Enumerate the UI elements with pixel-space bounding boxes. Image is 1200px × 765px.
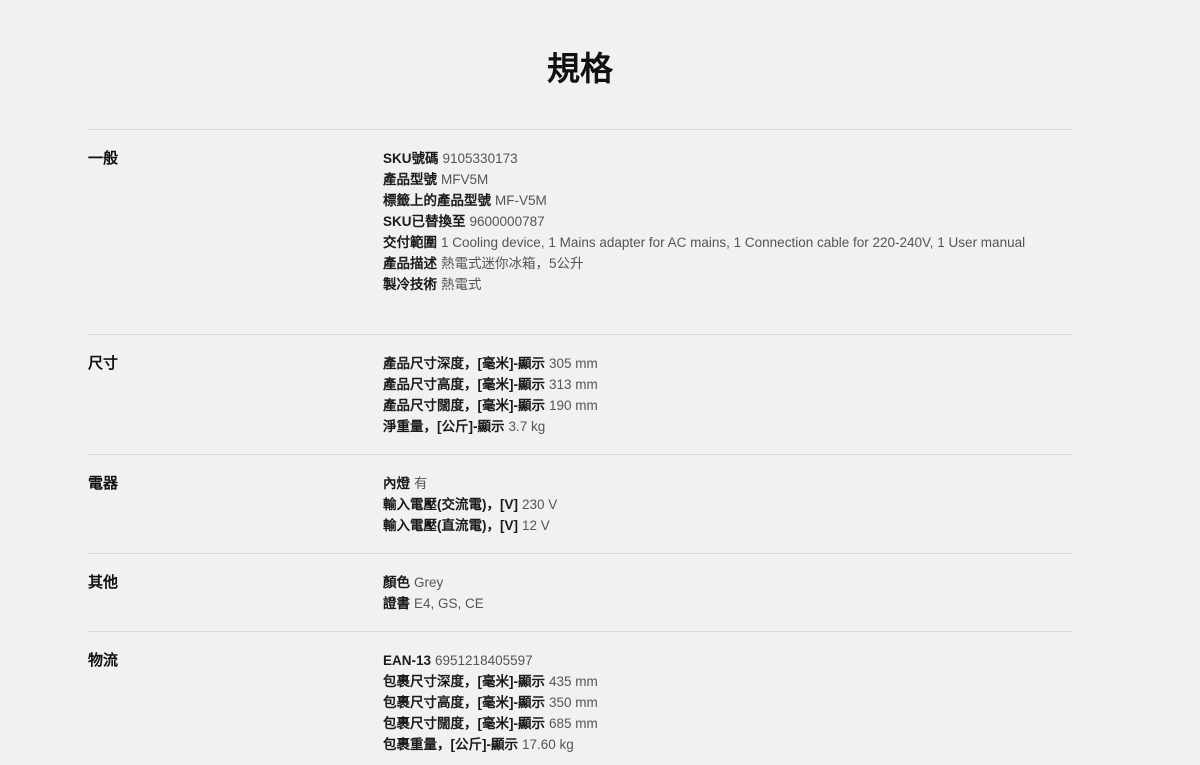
spec-label: 產品尺寸深度，[毫米]-顯示 (383, 356, 545, 371)
spec-row: 交付範圍 1 Cooling device, 1 Mains adapter fo… (383, 232, 1048, 253)
spec-label: 產品描述 (383, 256, 437, 271)
spec-row: 輸入電壓(直流電)，[V] 12 V (383, 515, 1048, 536)
spec-row: EAN-13 6951218405597 (383, 650, 1048, 671)
spec-value: 230 V (522, 497, 558, 512)
spec-row: 製冷技術 熱電式 (383, 274, 1048, 295)
spec-section-logistics: 物流 EAN-13 6951218405597 包裹尺寸深度，[毫米]-顯示 435… (88, 631, 1073, 765)
spec-label: SKU號碼 (383, 151, 439, 166)
spec-section-general: 一般 SKU號碼 9105330173 產品型號 MFV5M 標籤上的產品型號 MF-… (88, 129, 1073, 334)
spec-label: EAN-13 (383, 653, 432, 668)
spec-value: 熱電式 (441, 277, 482, 292)
spec-value: 17.60 kg (522, 737, 574, 752)
spec-row: 產品描述 熱電式迷你冰箱，5公升 (383, 253, 1048, 274)
spec-label: 包裹尺寸高度，[毫米]-顯示 (383, 695, 545, 710)
spec-label: 交付範圍 (383, 235, 437, 250)
spec-row: 內燈有 (383, 473, 1048, 494)
spec-value: 熱電式迷你冰箱，5公升 (441, 256, 584, 271)
spec-row: 包裹尺寸高度，[毫米]-顯示 350 mm (383, 692, 1048, 713)
spec-value: 9600000787 (469, 214, 545, 229)
spec-row: 產品尺寸高度，[毫米]-顯示 313 mm (383, 374, 1048, 395)
spec-label: 產品尺寸闊度，[毫米]-顯示 (383, 398, 545, 413)
spec-label: 產品型號 (383, 172, 437, 187)
spec-row: 包裹重量，[公斤]-顯示 17.60 kg (383, 734, 1048, 755)
spec-value: 9105330173 (442, 151, 518, 166)
specs-list: 一般 SKU號碼 9105330173 產品型號 MFV5M 標籤上的產品型號 MF-… (88, 129, 1073, 765)
spec-value: MF-V5M (495, 193, 547, 208)
spec-label: 輸入電壓(直流電)，[V] (383, 518, 518, 533)
spec-label: SKU已替換至 (383, 214, 466, 229)
spec-value: 6951218405597 (435, 653, 533, 668)
spec-label: 標籤上的產品型號 (383, 193, 491, 208)
spec-rows: 內燈有 輸入電壓(交流電)，[V] 230 V 輸入電壓(直流電)，[V] 12 V (383, 473, 1048, 553)
spec-value: Grey (414, 575, 444, 590)
spec-row: 輸入電壓(交流電)，[V] 230 V (383, 494, 1048, 515)
spec-value: 685 mm (549, 716, 598, 731)
specifications-page: 規格 一般 SKU號碼 9105330173 產品型號 MFV5M 標籤上的產品型號… (0, 0, 1200, 765)
spec-row: 產品尺寸闊度，[毫米]-顯示 190 mm (383, 395, 1048, 416)
spec-row: 包裹尺寸深度，[毫米]-顯示 435 mm (383, 671, 1048, 692)
spec-row: 證書 E4, GS, CE (383, 593, 1048, 614)
spec-rows: 產品尺寸深度，[毫米]-顯示 305 mm 產品尺寸高度，[毫米]-顯示 313 m… (383, 353, 1048, 454)
spec-row: 包裹尺寸闊度，[毫米]-顯示 685 mm (383, 713, 1048, 734)
spec-value: E4, GS, CE (414, 596, 484, 611)
spec-rows: EAN-13 6951218405597 包裹尺寸深度，[毫米]-顯示 435 mm… (383, 650, 1048, 765)
spec-rows: SKU號碼 9105330173 產品型號 MFV5M 標籤上的產品型號 MF-V5M… (383, 148, 1048, 334)
section-title: 電器 (88, 475, 119, 492)
spec-label: 包裹尺寸闊度，[毫米]-顯示 (383, 716, 545, 731)
spec-label: 淨重量，[公斤]-顯示 (383, 419, 505, 434)
spec-row: 產品型號 MFV5M (383, 169, 1048, 190)
spec-label: 顏色 (383, 575, 410, 590)
spec-value: 1 Cooling device, 1 Mains adapter for AC… (441, 235, 1026, 250)
section-title: 一般 (88, 150, 119, 167)
spec-value: 12 V (522, 518, 550, 533)
spec-section-electrical: 電器 內燈有 輸入電壓(交流電)，[V] 230 V 輸入電壓(直流電)，[V] 1… (88, 454, 1073, 553)
spec-row: 顏色 Grey (383, 572, 1048, 593)
spec-value: 435 mm (549, 674, 598, 689)
spec-label: 製冷技術 (383, 277, 437, 292)
section-title: 其他 (88, 574, 119, 591)
spec-row: 標籤上的產品型號 MF-V5M (383, 190, 1048, 211)
spec-value: MFV5M (441, 172, 489, 187)
section-title: 尺寸 (88, 355, 119, 372)
spec-section-dimensions: 尺寸 產品尺寸深度，[毫米]-顯示 305 mm 產品尺寸高度，[毫米]-顯示 31… (88, 334, 1073, 454)
spec-label: 包裹重量，[公斤]-顯示 (383, 737, 518, 752)
spec-label: 包裹尺寸深度，[毫米]-顯示 (383, 674, 545, 689)
spec-value: 3.7 kg (508, 419, 546, 434)
spec-rows: 顏色 Grey 證書 E4, GS, CE (383, 572, 1048, 631)
section-title: 物流 (88, 652, 119, 669)
spec-value: 305 mm (549, 356, 598, 371)
spec-row: 淨重量，[公斤]-顯示 3.7 kg (383, 416, 1048, 437)
spec-row: 產品尺寸深度，[毫米]-顯示 305 mm (383, 353, 1048, 374)
spec-row: SKU已替換至 9600000787 (383, 211, 1048, 232)
spec-section-other: 其他 顏色 Grey 證書 E4, GS, CE (88, 553, 1073, 631)
spec-value: 有 (414, 476, 428, 491)
spec-label: 證書 (383, 596, 410, 611)
spec-row: SKU號碼 9105330173 (383, 148, 1048, 169)
spec-value: 350 mm (549, 695, 598, 710)
spec-value: 313 mm (549, 377, 598, 392)
page-title: 規格 (547, 50, 613, 87)
spec-label: 輸入電壓(交流電)，[V] (383, 497, 518, 512)
spec-label: 產品尺寸高度，[毫米]-顯示 (383, 377, 545, 392)
spec-value: 190 mm (549, 398, 598, 413)
spec-label: 內燈 (383, 476, 410, 491)
